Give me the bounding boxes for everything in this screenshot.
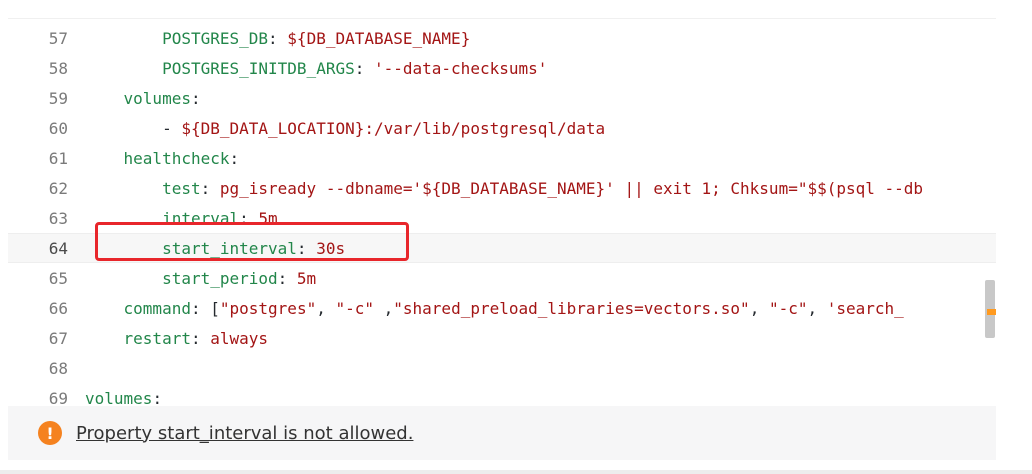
code-line[interactable]: 57 POSTGRES_DB: ${DB_DATABASE_NAME} [8, 23, 996, 53]
yaml-value: "-c" [335, 298, 374, 318]
problem-bar: ! Property start_interval is not allowed… [8, 406, 996, 460]
punctuation: : [190, 88, 201, 108]
line-number: 60 [48, 118, 68, 138]
line-number: 66 [48, 298, 68, 318]
line-number: 57 [48, 28, 68, 48]
punctuation: : [152, 388, 163, 408]
code-text: - ${DB_DATA_LOCATION}:/var/lib/postgresq… [85, 119, 605, 138]
code-line[interactable]: 58 POSTGRES_INITDB_ARGS: '--data-checksu… [8, 53, 996, 83]
punctuation: : [277, 268, 297, 288]
line-number: 59 [48, 88, 68, 108]
line-number: 62 [48, 178, 68, 198]
line-number: 63 [48, 208, 68, 228]
yaml-value: '--data-checksums' [373, 58, 548, 78]
code-line[interactable]: 69 volumes: [8, 383, 996, 408]
yaml-key: command [123, 298, 191, 318]
line-number: 58 [48, 58, 68, 78]
line-number: 69 [48, 388, 68, 408]
yaml-value: "shared_preload_libraries=vectors.so" [393, 298, 750, 318]
yaml-key: volumes [123, 88, 191, 108]
code-line[interactable]: 68 [8, 353, 996, 383]
punctuation: : [268, 28, 288, 48]
yaml-value: 'search_ [826, 298, 904, 318]
yaml-value: ${DB_DATA_LOCATION}:/var/lib/postgresql/… [181, 118, 606, 138]
yaml-value: "-c" [768, 298, 808, 318]
yaml-key: start_period [162, 268, 278, 288]
punctuation: : [200, 178, 220, 198]
highlight-annotation-box [95, 222, 409, 261]
code-text: POSTGRES_INITDB_ARGS: '--data-checksums' [85, 59, 547, 78]
divider [0, 470, 1032, 474]
code-line[interactable]: 59 volumes: [8, 83, 996, 113]
code-text: healthcheck: [85, 148, 240, 168]
code-line[interactable]: 66 command: ["postgres", "-c" , "shared_p… [8, 293, 996, 323]
line-number: 61 [48, 148, 68, 168]
line-number: 64 [48, 238, 68, 258]
yaml-value: pg_isready --dbname='${DB_DATABASE_NAME}… [219, 178, 924, 198]
yaml-key: restart [123, 328, 191, 348]
yaml-value: always [210, 328, 269, 348]
yaml-value: ${DB_DATABASE_NAME} [287, 28, 471, 48]
code-line[interactable]: 61 healthcheck: [8, 143, 996, 173]
punctuation: : [190, 328, 211, 348]
punctuation: : [354, 58, 374, 78]
problem-message-link[interactable]: Property start_interval is not allowed. [76, 423, 413, 444]
line-number: 68 [48, 358, 68, 378]
code-line[interactable]: 62 test: pg_isready --dbname='${DB_DATAB… [8, 173, 996, 203]
punctuation: , [749, 298, 769, 318]
yaml-value: "postgres" [219, 298, 317, 318]
code-line[interactable]: 65 start_period: 5m [8, 263, 996, 293]
code-text: POSTGRES_DB: ${DB_DATABASE_NAME} [85, 29, 470, 48]
code-editor[interactable]: 57 POSTGRES_DB: ${DB_DATABASE_NAME} 58 PO… [8, 18, 996, 407]
warning-icon: ! [38, 421, 62, 445]
punctuation: : [ [190, 298, 220, 318]
line-number: 67 [48, 328, 68, 348]
code-text: volumes: [85, 89, 201, 108]
yaml-key: test [162, 178, 201, 198]
yaml-value: 5m [296, 268, 317, 288]
code-text: volumes: [85, 389, 162, 408]
code-text: start_period: 5m [85, 269, 316, 288]
yaml-key: POSTGRES_DB [162, 28, 269, 48]
line-number: 65 [48, 268, 68, 288]
code-line[interactable]: 67 restart: always [8, 323, 996, 353]
code-text: test: pg_isready --dbname='${DB_DATABASE… [85, 179, 923, 198]
punctuation: - [162, 118, 182, 138]
yaml-key: POSTGRES_INITDB_ARGS [162, 58, 355, 78]
punctuation: , [316, 298, 336, 318]
punctuation: : [229, 148, 240, 168]
yaml-key: volumes [85, 388, 153, 408]
punctuation: , [807, 298, 827, 318]
scrollbar-warning-marker [987, 309, 996, 315]
code-text: command: ["postgres", "-c" , "shared_prel… [85, 299, 904, 318]
code-text: restart: always [85, 328, 269, 348]
yaml-key: healthcheck [123, 148, 230, 168]
punctuation: , [374, 298, 394, 318]
code-line[interactable]: 60 - ${DB_DATA_LOCATION}:/var/lib/postgr… [8, 113, 996, 143]
